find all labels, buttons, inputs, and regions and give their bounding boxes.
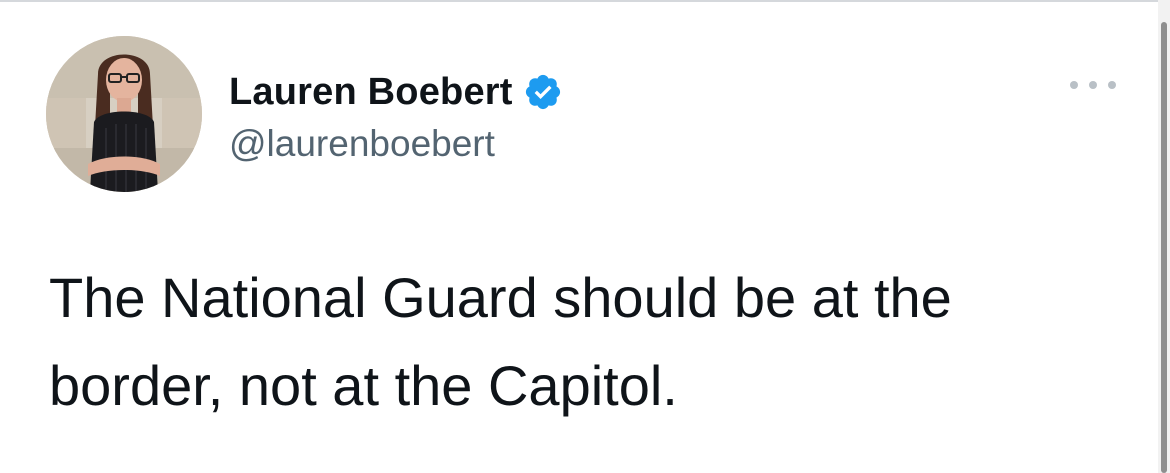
avatar[interactable] [46, 36, 202, 192]
profile-photo-icon [46, 36, 202, 192]
tweet-text: The National Guard should be at the bord… [49, 266, 952, 417]
more-horizontal-icon [1089, 81, 1097, 89]
tweet-header: Lauren Boebert @laurenboebert [46, 36, 1136, 196]
scrollbar[interactable] [1158, 0, 1170, 473]
name-row: Lauren Boebert [229, 70, 563, 114]
scrollbar-thumb[interactable] [1161, 22, 1167, 473]
display-name[interactable]: Lauren Boebert [229, 70, 513, 114]
more-horizontal-icon [1108, 81, 1116, 89]
handle[interactable]: @laurenboebert [229, 122, 563, 166]
top-divider [0, 0, 1170, 2]
more-options-button[interactable] [1070, 74, 1116, 96]
verified-badge-icon [525, 74, 560, 110]
more-horizontal-icon [1070, 81, 1078, 89]
author-block: Lauren Boebert @laurenboebert [229, 70, 563, 166]
